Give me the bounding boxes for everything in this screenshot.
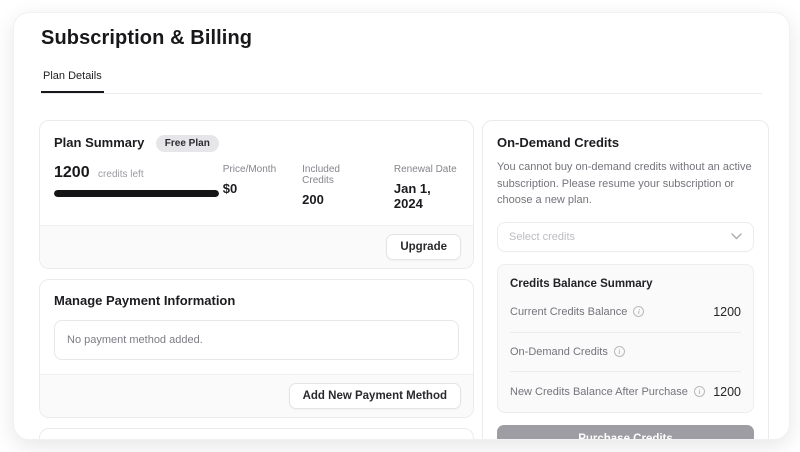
on-demand-title: On-Demand Credits — [497, 135, 754, 150]
info-icon: i — [694, 386, 705, 397]
stat-label: Included Credits — [302, 164, 368, 186]
stat-label: Renewal Date — [394, 164, 457, 175]
credits-line: 1200 credits left — [54, 164, 223, 182]
purchase-credits-button[interactable]: Purchase Credits — [497, 425, 754, 441]
invoices-body: Invoices You can refer to all your past … — [40, 429, 473, 440]
stat-value: Jan 1, 2024 — [394, 181, 457, 211]
summary-row-label: New Credits Balance After Purchase i — [510, 386, 705, 398]
credits-progress-bar — [54, 190, 219, 197]
page-title: Subscription & Billing — [41, 27, 762, 50]
summary-row-label: Current Credits Balance i — [510, 306, 644, 318]
plan-summary-body: Plan Summary Free Plan 1200 credits left — [40, 121, 473, 225]
upgrade-button[interactable]: Upgrade — [386, 234, 461, 260]
credits-balance-summary-box: Credits Balance Summary Current Credits … — [497, 264, 754, 413]
chevron-down-icon — [731, 233, 742, 240]
plan-summary-card: Plan Summary Free Plan 1200 credits left — [39, 120, 474, 269]
info-icon: i — [614, 346, 625, 357]
credits-left-label: credits left — [98, 169, 144, 180]
stat-label: Price/Month — [223, 164, 276, 175]
summary-row-value: 1200 — [713, 385, 741, 399]
left-column: Plan Summary Free Plan 1200 credits left — [39, 120, 474, 440]
stat-price-month: Price/Month $0 — [223, 164, 276, 211]
plan-summary-heading-row: Plan Summary Free Plan — [54, 134, 459, 152]
summary-row-value: 1200 — [713, 305, 741, 319]
content-area: Plan Summary Free Plan 1200 credits left — [14, 94, 789, 440]
credits-left-value: 1200 — [54, 164, 90, 181]
tab-bar: Plan Details — [41, 70, 762, 94]
payment-title: Manage Payment Information — [54, 293, 459, 308]
payment-body: Manage Payment Information No payment me… — [40, 280, 473, 374]
summary-row-on-demand: On-Demand Credits i — [510, 333, 741, 372]
invoices-card: Invoices You can refer to all your past … — [39, 428, 474, 440]
stat-included-credits: Included Credits 200 — [302, 164, 368, 211]
select-credits-placeholder: Select credits — [509, 231, 575, 243]
stat-value: 200 — [302, 192, 368, 207]
payment-footer: Add New Payment Method — [40, 374, 473, 417]
summary-row-label: On-Demand Credits i — [510, 346, 625, 358]
on-demand-description: You cannot buy on-demand credits without… — [497, 159, 754, 209]
page-header: Subscription & Billing Plan Details — [14, 13, 789, 94]
summary-row-new-balance: New Credits Balance After Purchase i 120… — [510, 372, 741, 412]
summary-row-current-balance: Current Credits Balance i 1200 — [510, 292, 741, 333]
credits-balance-summary-title: Credits Balance Summary — [510, 265, 741, 292]
plan-stats: Price/Month $0 Included Credits 200 Rene… — [223, 164, 459, 211]
billing-settings-panel: Subscription & Billing Plan Details Plan… — [13, 12, 790, 440]
plan-summary-footer: Upgrade — [40, 225, 473, 268]
payment-empty-state: No payment method added. — [54, 320, 459, 360]
payment-card: Manage Payment Information No payment me… — [39, 279, 474, 418]
on-demand-credits-card: On-Demand Credits You cannot buy on-dema… — [482, 120, 769, 440]
right-column: On-Demand Credits You cannot buy on-dema… — [482, 120, 769, 440]
credits-block: 1200 credits left — [54, 164, 223, 211]
select-credits-dropdown[interactable]: Select credits — [497, 222, 754, 252]
plan-summary-title: Plan Summary — [54, 135, 144, 150]
tab-plan-details[interactable]: Plan Details — [41, 70, 104, 93]
stat-value: $0 — [223, 181, 276, 196]
plan-summary-main: 1200 credits left Price/Month $0 — [54, 164, 459, 211]
progress-fill — [54, 190, 219, 197]
info-icon: i — [633, 306, 644, 317]
stat-renewal-date: Renewal Date Jan 1, 2024 — [394, 164, 457, 211]
plan-badge: Free Plan — [156, 135, 219, 152]
add-payment-method-button[interactable]: Add New Payment Method — [289, 383, 461, 409]
on-demand-body: On-Demand Credits You cannot buy on-dema… — [483, 121, 768, 440]
